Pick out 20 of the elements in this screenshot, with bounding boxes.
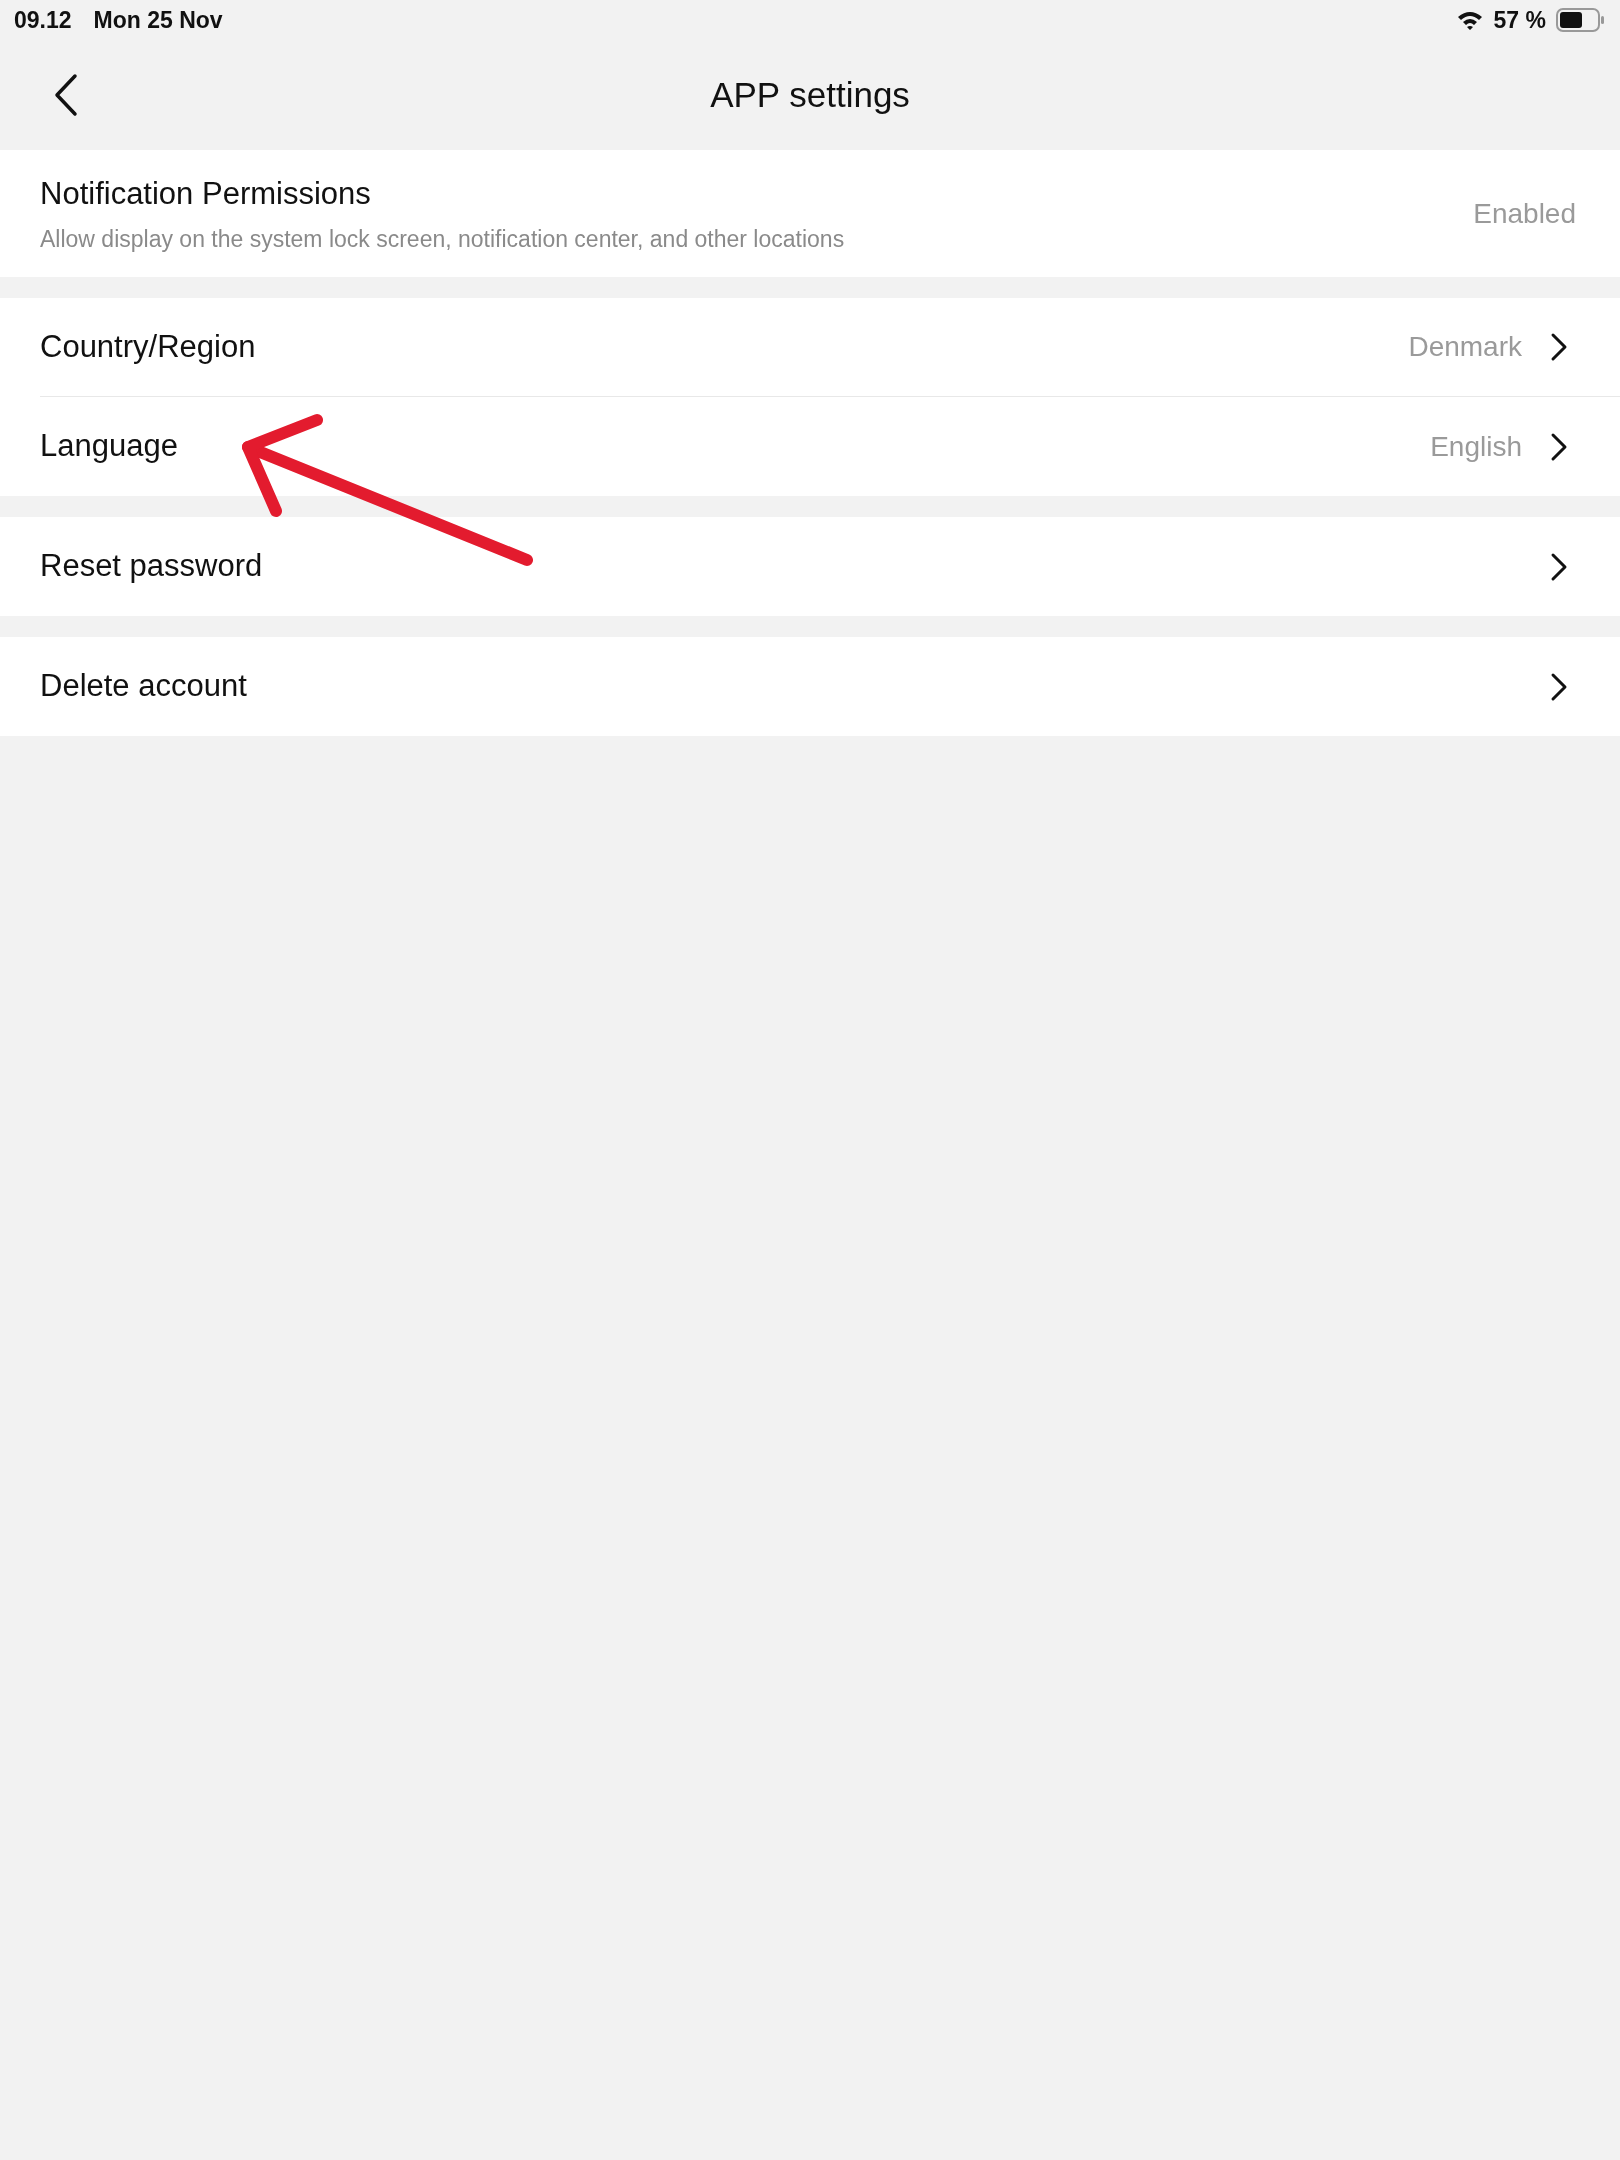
row-value: Denmark [1408, 330, 1522, 364]
row-label: Language [40, 427, 179, 466]
status-time: 09.12 [14, 5, 72, 35]
page-title: APP settings [710, 73, 910, 116]
row-label: Country/Region [40, 327, 257, 366]
row-label: Reset password [40, 547, 264, 586]
battery-icon [1556, 8, 1606, 32]
row-value: English [1430, 429, 1522, 464]
back-icon [53, 73, 79, 117]
row-label: Notification Permissions [40, 175, 372, 213]
chevron-right-icon [1550, 551, 1568, 582]
row-value: Enabled [1473, 196, 1576, 231]
chevron-right-icon [1550, 332, 1568, 362]
chevron-right-icon [1550, 671, 1568, 702]
row-description: Allow display on the system lock screen, notification center, and other locations [40, 224, 846, 254]
battery-percent: 57 % [1493, 5, 1546, 35]
settings-row[interactable]: Notification Permissions Allow display on the system lock screen, notification center, and other locations Enabled [0, 150, 1620, 277]
row-label: Delete account [40, 667, 248, 706]
status-date: Mon 25 Nov [93, 5, 224, 35]
chevron-right-icon [1550, 431, 1568, 462]
